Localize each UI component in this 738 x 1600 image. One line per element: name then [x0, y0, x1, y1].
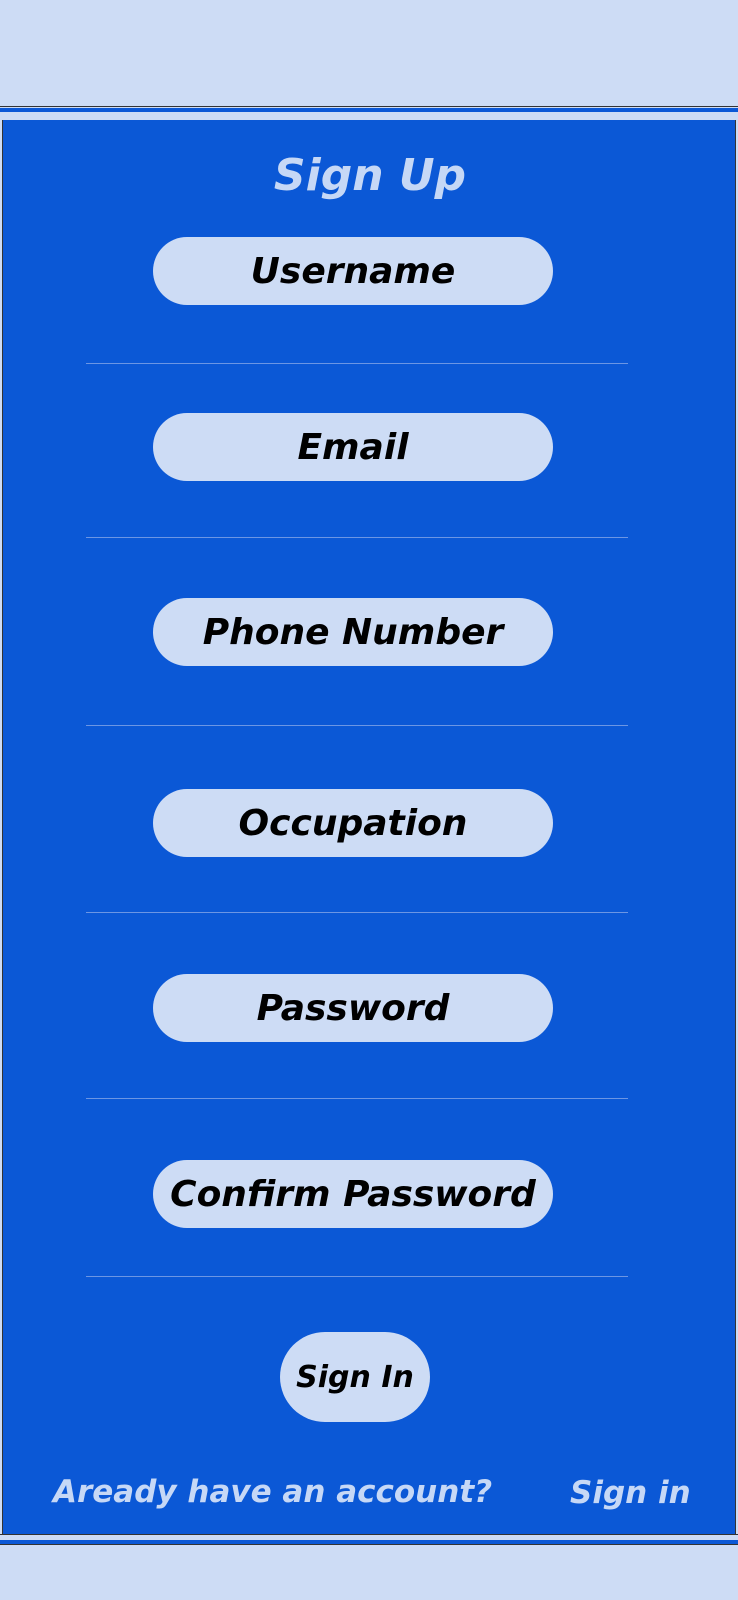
confirm-password-field[interactable]: Confirm Password: [153, 1160, 553, 1228]
divider: [86, 363, 628, 364]
bottom-band: [0, 1550, 738, 1600]
divider: [86, 725, 628, 726]
top-band: [0, 0, 738, 106]
phone-number-field[interactable]: Phone Number: [153, 598, 553, 666]
occupation-field[interactable]: Occupation: [153, 789, 553, 857]
page-title: Sign Up: [273, 150, 467, 201]
sign-in-submit-button[interactable]: Sign In: [280, 1332, 430, 1422]
email-field[interactable]: Email: [153, 413, 553, 481]
account-prompt: Aready have an account?: [53, 1474, 493, 1510]
divider: [86, 912, 628, 913]
bottom-border-strip: [0, 1534, 738, 1551]
top-border-strip: [0, 106, 738, 121]
sign-in-link[interactable]: Sign in: [570, 1475, 691, 1511]
divider: [86, 1276, 628, 1277]
divider: [86, 537, 628, 538]
username-field[interactable]: Username: [153, 237, 553, 305]
password-field[interactable]: Password: [153, 974, 553, 1042]
divider: [86, 1098, 628, 1099]
signup-panel: Sign Up Username Email Phone Number Occu…: [2, 120, 736, 1534]
